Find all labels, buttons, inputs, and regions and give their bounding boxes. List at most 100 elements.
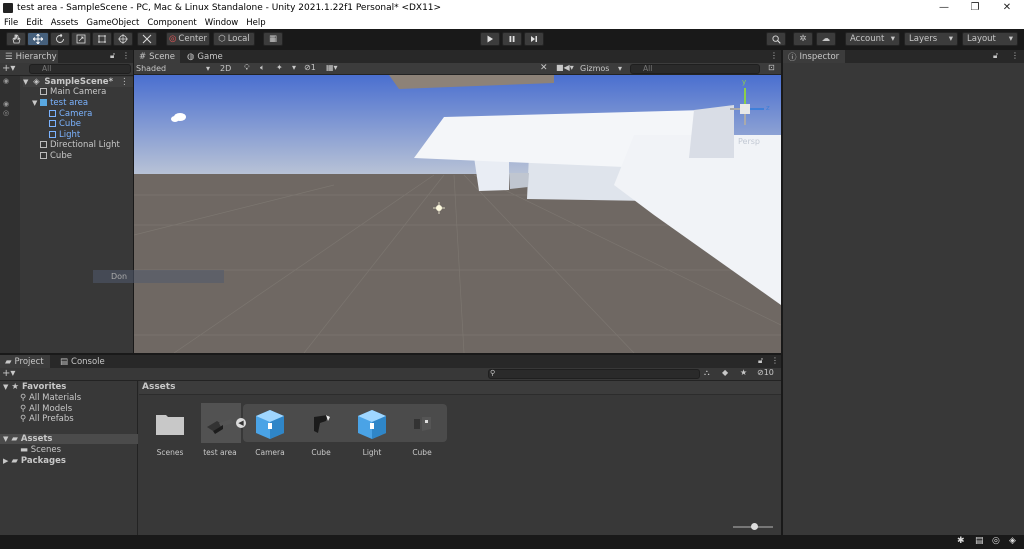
- tab-hierarchy[interactable]: ☰ Hierarchy: [0, 50, 58, 63]
- asset-tile[interactable]: Scenes: [148, 403, 192, 457]
- camera-settings-icon[interactable]: ■◀▾: [556, 63, 574, 72]
- cache-server-icon[interactable]: ◎: [992, 536, 1000, 546]
- favorite-item[interactable]: ⚲ All Models: [20, 404, 72, 414]
- layers-dropdown[interactable]: Layers ▾: [904, 32, 958, 46]
- lighting-toggle-icon[interactable]: 💡︎: [244, 63, 250, 73]
- pickable-icon[interactable]: ◎: [3, 109, 9, 117]
- tab-scene[interactable]: # Scene: [134, 50, 180, 63]
- favorite-star-icon[interactable]: ★: [740, 368, 747, 377]
- lock-icon[interactable]: 🔓︎: [758, 356, 763, 366]
- move-tool-button[interactable]: [27, 32, 49, 46]
- asset-tile[interactable]: Light: [350, 403, 394, 457]
- tab-inspector[interactable]: ⓘ Inspector: [783, 50, 845, 63]
- menu-file[interactable]: File: [4, 18, 18, 28]
- maximize-button[interactable]: ❐: [960, 0, 990, 16]
- zoom-slider-handle[interactable]: [751, 523, 758, 530]
- collab-button[interactable]: ✲: [793, 32, 813, 46]
- pause-button[interactable]: [502, 32, 522, 46]
- favorites-row[interactable]: ▼ ★ Favorites: [3, 382, 66, 392]
- tab-console[interactable]: ▤ Console: [55, 355, 105, 368]
- hierarchy-item[interactable]: ▼ test area: [32, 98, 88, 108]
- project-search-input[interactable]: [488, 369, 700, 379]
- menu-assets[interactable]: Assets: [51, 18, 79, 28]
- scale-tool-button[interactable]: [71, 32, 91, 46]
- scene-viewport[interactable]: y z x Persp: [134, 75, 781, 353]
- scene-row[interactable]: ▼ ◈ SampleScene* ⋮: [23, 77, 133, 87]
- menu-edit[interactable]: Edit: [26, 18, 42, 28]
- hierarchy-item[interactable]: Cube: [49, 119, 81, 129]
- scene-name: SampleScene*: [44, 77, 114, 87]
- tools-icon[interactable]: ✕: [540, 63, 548, 73]
- packages-row[interactable]: ▶ ▰ Packages: [3, 456, 66, 466]
- audio-toggle-icon[interactable]: 🔈︎: [260, 63, 265, 73]
- hierarchy-search-input[interactable]: All: [29, 64, 131, 74]
- status-bar: ✱ ▤ ◎ ◈: [0, 535, 1024, 549]
- create-add-button[interactable]: +▾: [2, 63, 15, 74]
- hidden-objects-toggle[interactable]: ⊘1: [304, 63, 316, 72]
- menu-window[interactable]: Window: [205, 18, 239, 28]
- cloud-button[interactable]: ☁: [816, 32, 836, 46]
- asset-tile[interactable]: Camera: [248, 403, 292, 457]
- menu-help[interactable]: Help: [246, 18, 265, 28]
- rect-tool-button[interactable]: [92, 32, 112, 46]
- hierarchy-item[interactable]: Camera: [49, 109, 92, 119]
- asset-tile[interactable]: Cube: [400, 403, 444, 457]
- pivot-space-toggle[interactable]: ⬡ Local: [213, 32, 255, 46]
- hierarchy-item[interactable]: Directional Light: [40, 140, 120, 150]
- menu-gameobject[interactable]: GameObject: [86, 18, 139, 28]
- step-button[interactable]: [524, 32, 544, 46]
- shading-mode-dropdown[interactable]: Shaded ▾: [136, 64, 214, 74]
- more-menu-icon[interactable]: ⋮: [1011, 51, 1019, 60]
- folder-icon: ▬: [20, 445, 31, 455]
- filter-type-icon[interactable]: ⛬: [704, 368, 710, 378]
- filter-label-icon[interactable]: ◆: [722, 368, 728, 377]
- rotate-tool-button[interactable]: [50, 32, 70, 46]
- tab-game[interactable]: ◍ Game: [182, 50, 226, 63]
- more-menu-icon[interactable]: ⋮: [122, 51, 130, 60]
- debug-icon[interactable]: ✱: [957, 536, 965, 546]
- grid-toggle-icon[interactable]: ▦▾: [326, 63, 338, 72]
- hand-tool-button[interactable]: [6, 32, 26, 46]
- minimize-button[interactable]: —: [929, 0, 959, 16]
- create-asset-button[interactable]: +▾: [2, 368, 15, 379]
- visibility-eye-icon[interactable]: ◉: [3, 100, 9, 108]
- breadcrumb-assets[interactable]: Assets: [142, 382, 175, 392]
- hierarchy-item[interactable]: Light: [49, 130, 80, 140]
- more-menu-icon[interactable]: ⋮: [770, 51, 778, 60]
- visibility-eye-icon[interactable]: ◉: [3, 77, 9, 85]
- more-menu-icon[interactable]: ⋮: [771, 356, 779, 365]
- dropdown-arrow-icon[interactable]: ▾: [292, 63, 296, 72]
- 2d-mode-toggle[interactable]: 2D: [220, 64, 231, 73]
- effects-toggle-icon[interactable]: ✦: [276, 63, 283, 72]
- folder-item[interactable]: ▬ Scenes: [20, 445, 61, 455]
- hidden-packages-toggle[interactable]: ⊘10: [757, 368, 774, 377]
- asset-tile[interactable]: test area: [198, 403, 242, 457]
- transform-tool-button[interactable]: [113, 32, 133, 46]
- favorite-item[interactable]: ⚲ All Materials: [20, 393, 81, 403]
- scene-menu-icon[interactable]: ⋮: [120, 77, 129, 87]
- hand-icon: [12, 34, 21, 44]
- auto-refresh-icon[interactable]: ◈: [1009, 536, 1016, 546]
- grid-snap-button[interactable]: ▦: [263, 32, 283, 46]
- close-button[interactable]: ✕: [992, 0, 1022, 16]
- assets-row[interactable]: ▼ ▰ Assets: [0, 434, 138, 444]
- projection-label[interactable]: Persp: [738, 137, 760, 146]
- play-button[interactable]: [480, 32, 500, 46]
- gizmos-dropdown[interactable]: Gizmos ▾: [580, 64, 622, 73]
- progress-icon[interactable]: ▤: [975, 536, 984, 546]
- hierarchy-item[interactable]: Main Camera: [40, 87, 106, 97]
- scene-search-input[interactable]: All: [630, 64, 760, 74]
- account-dropdown[interactable]: Account ▾: [845, 32, 900, 46]
- layout-dropdown[interactable]: Layout ▾: [962, 32, 1018, 46]
- asset-tile[interactable]: Cube: [299, 403, 343, 457]
- lock-icon[interactable]: 🔓︎: [993, 51, 998, 61]
- favorite-item[interactable]: ⚲ All Prefabs: [20, 414, 74, 424]
- lock-icon[interactable]: 🔓︎: [110, 51, 115, 61]
- menu-component[interactable]: Component: [147, 18, 196, 28]
- search-button[interactable]: [766, 32, 786, 46]
- hierarchy-item[interactable]: Cube: [40, 151, 72, 161]
- pivot-center-toggle[interactable]: ◎ Center: [166, 32, 210, 46]
- tab-project[interactable]: ▰ Project: [0, 355, 50, 368]
- search-options-icon[interactable]: ⊡: [768, 63, 775, 72]
- custom-tool-button[interactable]: [137, 32, 157, 46]
